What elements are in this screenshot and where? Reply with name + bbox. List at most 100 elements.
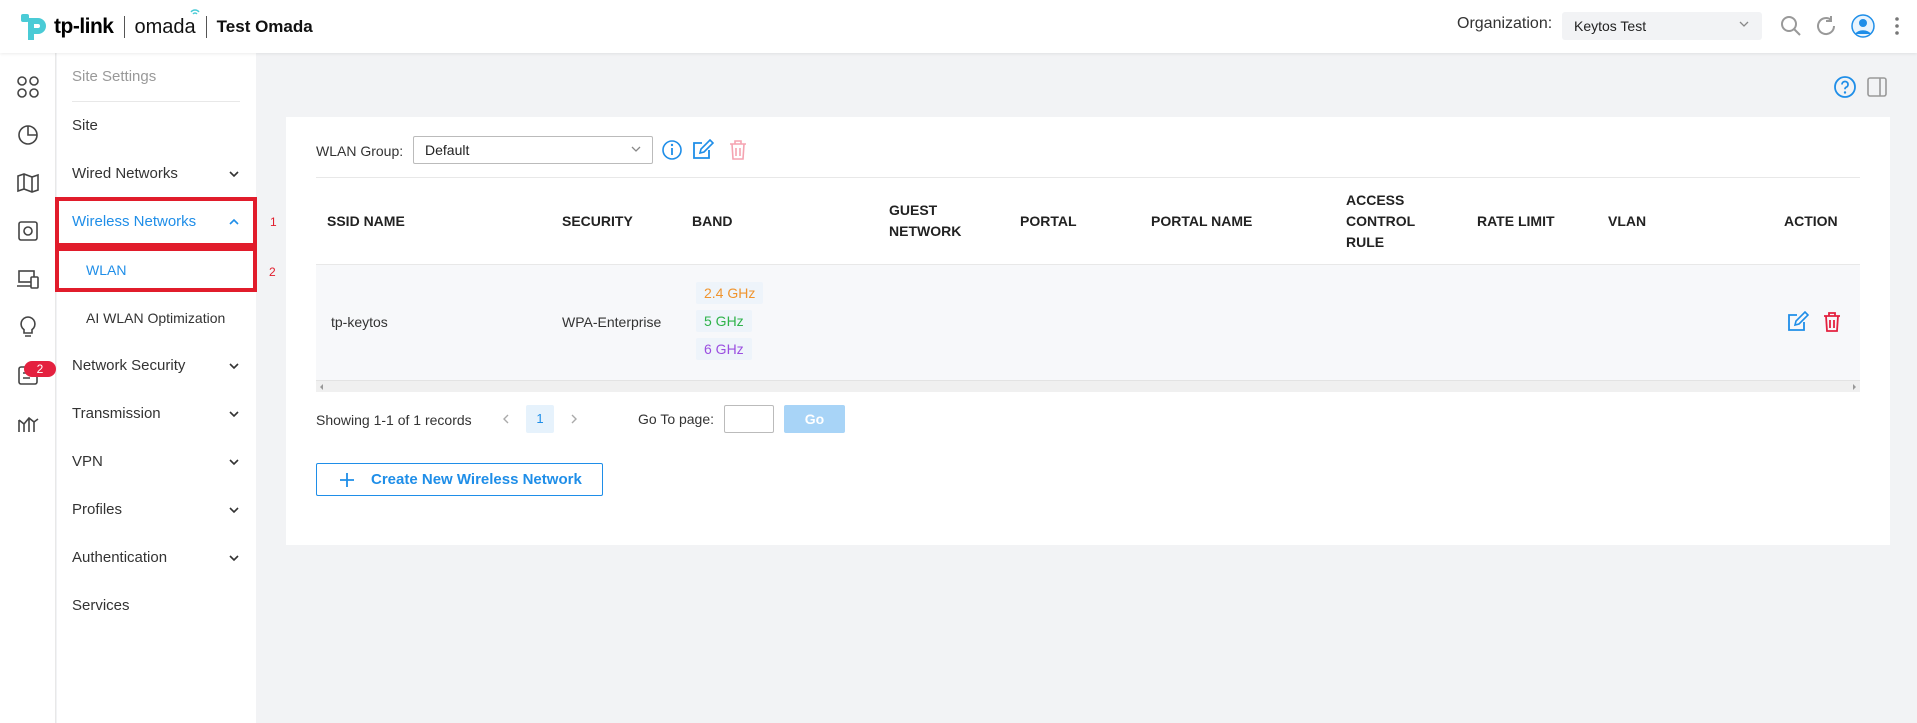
statistics-icon[interactable] — [16, 123, 40, 147]
settings-sidebar: Site Settings Site Wired Networks Wirele… — [57, 53, 256, 723]
band-tag-2-4ghz: 2.4 GHz — [696, 282, 764, 304]
divider — [72, 101, 240, 102]
column-header-line: ACCESS — [1346, 192, 1405, 208]
goto-page-label: Go To page: — [638, 411, 715, 427]
sidebar-item-label: Site — [72, 117, 98, 134]
column-header-ssid: SSID NAME — [327, 213, 405, 229]
go-button[interactable]: Go — [784, 405, 845, 433]
column-header-rate-limit: RATE LIMIT — [1477, 213, 1555, 229]
info-icon[interactable] — [661, 139, 683, 161]
sidebar-item-label: AI WLAN Optimization — [86, 310, 226, 326]
devices-icon[interactable] — [16, 219, 40, 243]
chevron-down-icon — [229, 171, 239, 178]
wlan-group-select[interactable]: Default — [413, 136, 653, 164]
horizontal-scrollbar[interactable] — [316, 380, 1860, 392]
delete-icon[interactable] — [1821, 311, 1843, 333]
sidebar-item-transmission[interactable]: Transmission — [57, 394, 256, 434]
annotation-label: 2 — [269, 265, 276, 279]
column-header-guest-network: GUEST NETWORK — [889, 200, 961, 242]
column-header-line: NETWORK — [889, 223, 962, 239]
reports-icon[interactable] — [16, 411, 40, 435]
edit-group-icon[interactable] — [692, 139, 714, 161]
search-icon[interactable] — [1779, 14, 1803, 38]
dashboard-icon[interactable] — [16, 75, 40, 99]
more-menu-icon[interactable] — [1890, 14, 1904, 38]
sidebar-item-ai-wlan-optimization[interactable]: AI WLAN Optimization — [57, 298, 256, 338]
band-tag-6ghz: 6 GHz — [696, 338, 752, 360]
sidebar-item-label: Transmission — [72, 405, 161, 422]
scroll-left-icon[interactable] — [318, 383, 324, 391]
column-header-action: ACTION — [1784, 213, 1838, 229]
sidebar-item-label: Wired Networks — [72, 165, 178, 182]
insights-icon[interactable] — [16, 315, 40, 339]
column-header-line: RULE — [1346, 234, 1385, 250]
chevron-down-icon — [229, 507, 239, 514]
chevron-up-icon — [229, 218, 239, 225]
wlan-group-value: Default — [425, 142, 470, 158]
organization-label: Organization: — [1457, 15, 1553, 32]
next-page-button[interactable] — [560, 405, 588, 433]
column-header-line: CONTROL — [1346, 213, 1416, 229]
edit-icon[interactable] — [1787, 311, 1809, 333]
chevron-down-icon — [229, 459, 239, 466]
divider — [123, 16, 125, 38]
sidebar-item-label: Wireless Networks — [72, 213, 197, 230]
wlan-group-label: WLAN Group: — [316, 143, 404, 159]
sidebar-item-wlan[interactable]: WLAN — [57, 250, 256, 290]
prev-page-button[interactable] — [492, 405, 520, 433]
chevron-down-icon — [229, 411, 239, 418]
goto-page-input[interactable] — [724, 405, 774, 433]
plus-icon — [340, 473, 354, 487]
column-header-band: BAND — [692, 213, 733, 229]
records-summary: Showing 1-1 of 1 records — [316, 412, 472, 428]
column-header-access-control-rule: ACCESS CONTROL RULE — [1346, 190, 1415, 253]
annotation-label: 1 — [270, 215, 277, 229]
table-row: tp-keytos WPA-Enterprise 2.4 GHz 5 GHz 6… — [316, 265, 1860, 380]
delete-group-icon — [730, 140, 746, 160]
column-header-security: SECURITY — [562, 213, 633, 229]
sidebar-item-authentication[interactable]: Authentication — [57, 538, 256, 578]
chevron-right-icon — [571, 414, 577, 424]
top-bar: tp-link omada Test Omada Organization: K… — [0, 0, 1917, 53]
create-wireless-network-button[interactable]: Create New Wireless Network — [316, 463, 603, 496]
sidebar-item-wired-networks[interactable]: Wired Networks — [57, 154, 256, 194]
chevron-down-icon — [1739, 21, 1749, 27]
scroll-right-icon[interactable] — [1852, 383, 1858, 391]
wifi-icon — [190, 8, 200, 15]
sidebar-item-vpn[interactable]: VPN — [57, 442, 256, 482]
sidebar-item-label: Authentication — [72, 549, 168, 566]
sidebar-item-label: Network Security — [72, 357, 186, 374]
tp-link-logo-icon — [18, 12, 52, 42]
sidebar-item-services[interactable]: Services — [57, 586, 256, 626]
page-button-current[interactable]: 1 — [526, 405, 554, 433]
organization-select[interactable]: Keytos Test — [1562, 12, 1762, 40]
column-header-portal-name: PORTAL NAME — [1151, 213, 1253, 229]
notification-badge: 2 — [24, 361, 56, 377]
table-header: SSID NAME SECURITY BAND GUEST NETWORK PO… — [316, 177, 1860, 265]
divider — [205, 16, 207, 38]
chevron-down-icon — [229, 363, 239, 370]
product-label: omada — [134, 15, 196, 38]
ssid-cell: tp-keytos — [331, 314, 388, 330]
column-header-portal: PORTAL — [1020, 213, 1077, 229]
sidebar-item-site[interactable]: Site — [57, 106, 256, 146]
chevron-down-icon — [631, 146, 641, 152]
clients-icon[interactable] — [16, 267, 40, 291]
refresh-icon[interactable] — [1814, 14, 1838, 38]
wlan-group-label-text: WLAN Group — [316, 143, 400, 159]
organization-value: Keytos Test — [1574, 18, 1647, 34]
sidebar-item-label: Profiles — [72, 501, 123, 518]
sidebar-item-label: Services — [72, 597, 130, 614]
sidebar-item-network-security[interactable]: Network Security — [57, 346, 256, 386]
user-avatar-icon[interactable] — [1851, 14, 1875, 38]
wlan-card: WLAN Group: Default SSID NAME SECURITY B… — [286, 117, 1890, 545]
band-tag-5ghz: 5 GHz — [696, 310, 752, 332]
column-header-line: GUEST — [889, 202, 938, 218]
side-panel-icon[interactable] — [1866, 76, 1888, 98]
sidebar-item-label: VPN — [72, 453, 103, 470]
help-icon[interactable] — [1833, 75, 1857, 99]
sidebar-item-wireless-networks[interactable]: Wireless Networks — [57, 202, 256, 242]
sidebar-item-profiles[interactable]: Profiles — [57, 490, 256, 530]
chevron-down-icon — [229, 555, 239, 562]
map-icon[interactable] — [16, 171, 40, 195]
